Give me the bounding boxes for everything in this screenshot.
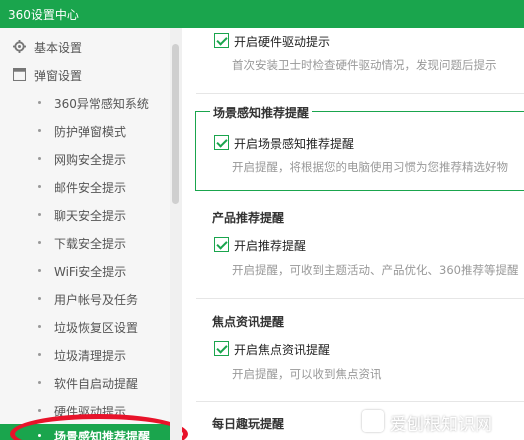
news-desc: 开启提醒，可以收到焦点资讯: [232, 367, 382, 381]
sidebar-item-label: 下载安全提示: [54, 237, 127, 251]
sidebar-group-label: 弹窗设置: [34, 69, 83, 83]
sidebar-group-popup[interactable]: 弹窗设置: [0, 60, 170, 88]
watermark-logo-icon: [362, 410, 384, 432]
watermark-text: 爱刨根知识网: [390, 415, 492, 435]
daily-section-title: 每日趣玩提醒: [212, 417, 285, 431]
sidebar-item-label: 用户帐号及任务: [54, 293, 139, 307]
product-option-label: 开启推荐提醒: [234, 239, 307, 253]
sidebar-item-label: 邮件安全提示: [54, 181, 127, 195]
sidebar-item-protect-mode[interactable]: 防护弹窗模式: [0, 116, 170, 144]
scene-checkbox[interactable]: [214, 135, 229, 150]
sidebar-item-cleanup[interactable]: 垃圾清理提示: [0, 340, 170, 368]
bullet-icon: [38, 157, 41, 160]
bullet-icon: [38, 297, 41, 300]
sidebar-item-shopping[interactable]: 网购安全提示: [0, 144, 170, 172]
driver-desc: 首次安装卫士时检查硬件驱动情况，发现问题后提示: [232, 58, 497, 72]
sidebar-item-wifi[interactable]: WiFi安全提示: [0, 256, 170, 284]
product-section-title: 产品推荐提醒: [212, 211, 285, 225]
bullet-icon: [38, 185, 41, 188]
sidebar-group-basic[interactable]: 基本设置: [0, 32, 170, 60]
sidebar-item-label: WiFi安全提示: [54, 265, 127, 279]
bullet-icon: [38, 325, 41, 328]
sidebar-group-label: 基本设置: [34, 41, 83, 55]
sidebar-item-label: 垃圾恢复区设置: [54, 321, 139, 335]
sidebar-item-label: 软件自启动提醒: [54, 377, 139, 391]
bullet-icon: [38, 213, 41, 216]
sidebar-item-recycle[interactable]: 垃圾恢复区设置: [0, 312, 170, 340]
sidebar-item-autostart[interactable]: 软件自启动提醒: [0, 368, 170, 396]
gear-icon: [13, 40, 26, 53]
product-checkbox[interactable]: [214, 237, 229, 252]
product-desc: 开启提醒，可收到主题活动、产品优化、360推荐等提醒: [232, 263, 519, 277]
news-option-label: 开启焦点资讯提醒: [234, 343, 331, 357]
scene-desc: 开启提醒，将根据您的电脑使用习惯为您推荐精选好物: [232, 160, 508, 174]
window-icon: [13, 68, 26, 81]
sidebar-item-label: 聊天安全提示: [54, 209, 127, 223]
bullet-icon: [38, 353, 41, 356]
scene-section-title: 场景感知推荐提醒: [210, 104, 313, 121]
sidebar-item-download[interactable]: 下载安全提示: [0, 228, 170, 256]
bullet-icon: [38, 269, 41, 272]
sidebar-item-label: 垃圾清理提示: [54, 349, 127, 363]
news-section-title: 焦点资讯提醒: [212, 315, 285, 329]
sidebar-item-anomaly[interactable]: 360异常感知系统: [0, 88, 170, 116]
sidebar-item-label: 360异常感知系统: [54, 97, 149, 111]
sidebar-item-mail[interactable]: 邮件安全提示: [0, 172, 170, 200]
bullet-icon: [38, 409, 41, 412]
bullet-icon: [38, 101, 41, 104]
driver-option-label: 开启硬件驱动提示: [234, 35, 331, 49]
divider: [196, 298, 524, 299]
news-checkbox[interactable]: [214, 341, 229, 356]
sidebar-item-chat[interactable]: 聊天安全提示: [0, 200, 170, 228]
divider: [196, 93, 524, 94]
sidebar-scrollbar-thumb[interactable]: [172, 44, 179, 204]
divider: [196, 401, 524, 402]
bullet-icon: [38, 241, 41, 244]
sidebar-item-label: 防护弹窗模式: [54, 125, 127, 139]
sidebar-item-account[interactable]: 用户帐号及任务: [0, 284, 170, 312]
driver-checkbox[interactable]: [214, 33, 229, 48]
sidebar-item-label: 网购安全提示: [54, 153, 127, 167]
bullet-icon: [38, 381, 41, 384]
scene-option-label: 开启场景感知推荐提醒: [234, 137, 355, 151]
title-bar: 360设置中心: [0, 0, 524, 28]
bullet-icon: [38, 129, 41, 132]
window-title: 360设置中心: [8, 8, 79, 22]
